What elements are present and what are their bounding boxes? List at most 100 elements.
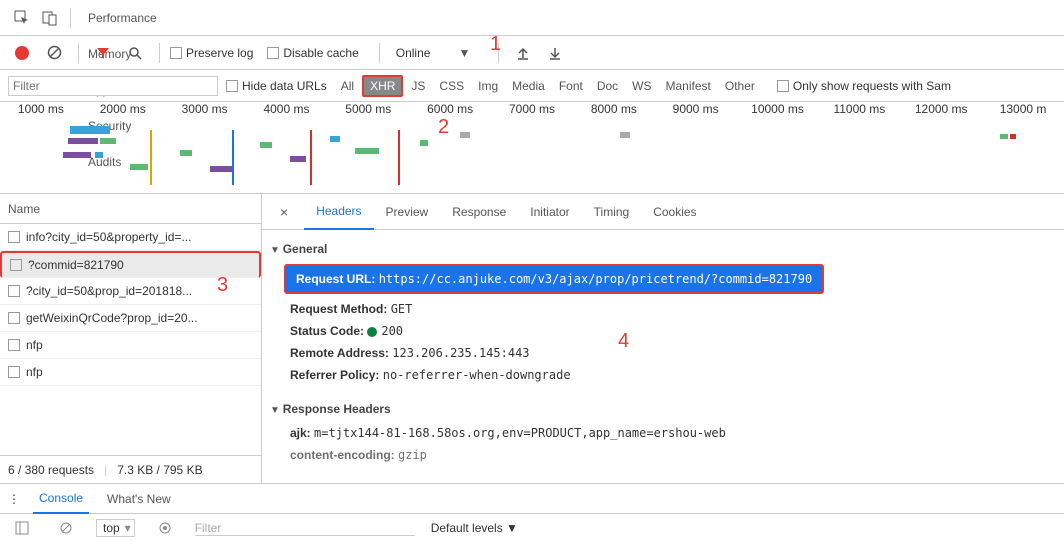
drawer-tabs: ⋮ Console What's New [0, 484, 1064, 514]
divider [159, 43, 160, 63]
preserve-log-checkbox[interactable]: Preserve log [170, 46, 253, 60]
content-encoding-row: content-encoding: gzip [270, 444, 1064, 466]
filter-type-img[interactable]: Img [472, 77, 504, 95]
detail-tab-initiator[interactable]: Initiator [518, 194, 581, 230]
detail-tab-cookies[interactable]: Cookies [641, 194, 708, 230]
filter-type-font[interactable]: Font [553, 77, 589, 95]
ajk-header-row: ajk: m=tjtx144-81-168.58os.org,env=PRODU… [270, 422, 1064, 444]
request-count: 6 / 380 requests [8, 463, 94, 477]
context-select[interactable]: top▾ [96, 519, 135, 537]
divider [379, 43, 380, 63]
timeline-tick: 9000 ms [655, 102, 737, 122]
console-clear-icon[interactable] [52, 514, 80, 542]
waterfall-overview[interactable]: 1000 ms2000 ms3000 ms4000 ms5000 ms6000 … [0, 102, 1064, 194]
timeline-tick: 3000 ms [164, 102, 246, 122]
filter-type-ws[interactable]: WS [626, 77, 657, 95]
annotation-3: 3 [217, 274, 228, 297]
request-row[interactable]: getWeixinQrCode?prop_id=20... [0, 305, 261, 332]
clear-button[interactable] [40, 39, 68, 67]
general-section[interactable]: General [270, 236, 1064, 262]
console-toolbar: top▾ Filter Default levels ▼ [0, 514, 1064, 542]
live-expr-icon[interactable] [151, 514, 179, 542]
detail-tabs: × HeadersPreviewResponseInitiatorTimingC… [262, 194, 1064, 230]
request-checkbox[interactable] [10, 259, 22, 271]
close-details-button[interactable]: × [270, 204, 298, 220]
network-main: Name info?city_id=50&property_id=... ?com… [0, 194, 1064, 484]
record-button[interactable] [8, 39, 36, 67]
timeline-tick: 6000 ms [409, 102, 491, 122]
request-name: nfp [26, 365, 43, 379]
drawer-console-tab[interactable]: Console [33, 484, 89, 514]
annotation-4: 4 [618, 330, 629, 353]
divider [70, 8, 71, 28]
request-list-pane: Name info?city_id=50&property_id=... ?com… [0, 194, 262, 483]
request-row[interactable]: nfp [0, 359, 261, 386]
remote-address-row: Remote Address: 123.206.235.145:443 [270, 342, 1064, 364]
response-headers-section[interactable]: Response Headers [270, 396, 1064, 422]
request-checkbox[interactable] [8, 231, 20, 243]
hide-data-urls[interactable]: Hide data URLs [226, 79, 327, 93]
request-name: ?city_id=50&prop_id=201818... [26, 284, 192, 298]
timeline-tick: 10000 ms [737, 102, 819, 122]
detail-tab-timing[interactable]: Timing [582, 194, 642, 230]
device-icon[interactable] [36, 4, 64, 32]
request-name: getWeixinQrCode?prop_id=20... [26, 311, 198, 325]
timeline-tick: 7000 ms [491, 102, 573, 122]
search-icon[interactable] [121, 39, 149, 67]
filter-type-all[interactable]: All [335, 77, 360, 95]
transfer-size: 7.3 KB / 795 KB [117, 463, 202, 477]
filter-type-css[interactable]: CSS [433, 77, 470, 95]
filter-type-manifest[interactable]: Manifest [660, 77, 717, 95]
detail-tab-response[interactable]: Response [440, 194, 518, 230]
disable-cache-checkbox[interactable]: Disable cache [267, 46, 358, 60]
inspect-icon[interactable] [8, 4, 36, 32]
divider [78, 43, 79, 63]
timeline-tick: 12000 ms [900, 102, 982, 122]
detail-tab-headers[interactable]: Headers [304, 194, 373, 230]
timeline-tick: 4000 ms [246, 102, 328, 122]
request-row[interactable]: info?city_id=50&property_id=... [0, 224, 261, 251]
detail-pane: × HeadersPreviewResponseInitiatorTimingC… [262, 194, 1064, 483]
request-checkbox[interactable] [8, 312, 20, 324]
timeline-tick: 2000 ms [82, 102, 164, 122]
filter-type-js[interactable]: JS [405, 77, 431, 95]
timeline-tick: 8000 ms [573, 102, 655, 122]
tab-performance[interactable]: Performance [77, 0, 168, 36]
log-levels-select[interactable]: Default levels ▼ [431, 521, 518, 535]
timeline-tick: 1000 ms [0, 102, 82, 122]
name-column-header[interactable]: Name [0, 194, 261, 224]
detail-tab-preview[interactable]: Preview [374, 194, 441, 230]
filter-input[interactable] [8, 76, 218, 96]
throttle-dropdown-icon[interactable]: ▼ [440, 46, 488, 60]
request-name: ?commid=821790 [28, 258, 124, 272]
request-url-value: https://cc.anjuke.com/v3/ajax/prop/price… [379, 272, 812, 286]
filter-type-doc[interactable]: Doc [591, 77, 624, 95]
drawer-whatsnew-tab[interactable]: What's New [101, 484, 177, 514]
referrer-policy-row: Referrer Policy: no-referrer-when-downgr… [270, 364, 1064, 386]
request-checkbox[interactable] [8, 366, 20, 378]
timeline-tick: 5000 ms [327, 102, 409, 122]
request-name: nfp [26, 338, 43, 352]
devtools-tabs: ElementsConsoleSourcesNetworkPerformance… [0, 0, 1064, 36]
status-bar: 6 / 380 requests|7.3 KB / 795 KB [0, 455, 261, 483]
console-filter-input[interactable]: Filter [195, 521, 415, 536]
headers-body: General Request URL: https://cc.anjuke.c… [262, 230, 1064, 483]
request-name: info?city_id=50&property_id=... [26, 230, 191, 244]
filter-type-other[interactable]: Other [719, 77, 761, 95]
request-method-row: Request Method: GET [270, 298, 1064, 320]
filter-type-xhr[interactable]: XHR [362, 75, 403, 97]
only-1st-party[interactable]: Only show requests with Sam [777, 79, 951, 93]
timeline-tick: 13000 m [982, 102, 1064, 122]
request-row[interactable]: nfp [0, 332, 261, 359]
console-sidebar-icon[interactable] [8, 514, 36, 542]
request-checkbox[interactable] [8, 339, 20, 351]
drawer-menu-icon[interactable]: ⋮ [8, 492, 21, 506]
download-icon[interactable] [541, 39, 569, 67]
upload-icon[interactable] [509, 39, 537, 67]
timeline-tick: 11000 ms [818, 102, 900, 122]
request-checkbox[interactable] [8, 285, 20, 297]
online-select[interactable]: Online [390, 46, 437, 60]
annotation-1: 1 [490, 33, 501, 56]
filter-icon[interactable] [89, 39, 117, 67]
filter-type-media[interactable]: Media [506, 77, 551, 95]
